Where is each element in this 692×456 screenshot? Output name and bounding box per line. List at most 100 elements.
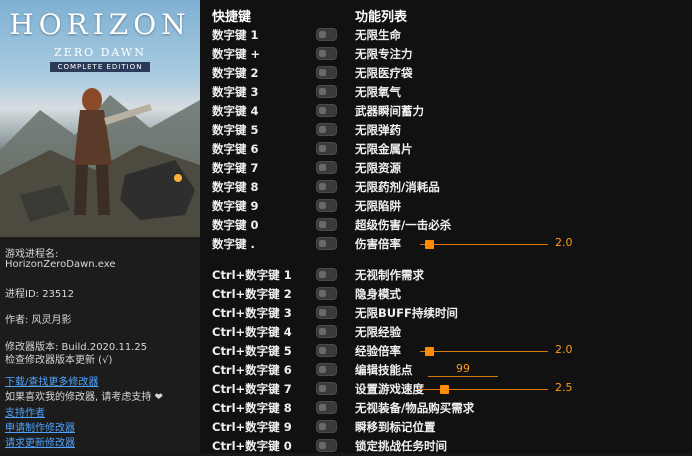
cheat-row: 数字键 3 无限氧气 bbox=[200, 83, 692, 102]
hotkey-label: Ctrl+数字键 5 bbox=[212, 344, 292, 358]
cheat-toggle[interactable] bbox=[316, 218, 337, 231]
cheat-toggle[interactable] bbox=[316, 325, 337, 338]
cheat-toggle[interactable] bbox=[316, 401, 337, 414]
cheat-row: 数字键 4 武器瞬间蓄力 bbox=[200, 102, 692, 121]
info-panel: HORIZON ZERO DAWN COMPLETE EDITION 游戏进程名… bbox=[0, 0, 200, 453]
cheat-toggle[interactable] bbox=[316, 420, 337, 433]
slider-thumb[interactable] bbox=[440, 385, 450, 394]
cheat-name: 无限经验 bbox=[355, 325, 401, 339]
slider-value: 2.0 bbox=[555, 343, 573, 356]
slider-value: 2.0 bbox=[555, 236, 573, 249]
cheat-toggle[interactable] bbox=[316, 382, 337, 395]
cheat-name: 无视装备/物品购买需求 bbox=[355, 401, 475, 415]
process-id: 进程ID: 23512 bbox=[5, 289, 75, 300]
cheat-toggle[interactable] bbox=[316, 268, 337, 281]
cheat-row: Ctrl+数字键 6 编辑技能点 99 bbox=[200, 361, 692, 380]
cheat-row: Ctrl+数字键 4 无限经验 bbox=[200, 323, 692, 342]
cheat-name: 无限弹药 bbox=[355, 123, 401, 137]
cheat-row: 数字键 2 无限医疗袋 bbox=[200, 64, 692, 83]
toggle-knob bbox=[319, 271, 326, 278]
toggle-knob bbox=[319, 183, 326, 190]
cheat-toggle[interactable] bbox=[316, 161, 337, 174]
cheat-toggle[interactable] bbox=[316, 28, 337, 41]
cheat-name: 瞬移到标记位置 bbox=[355, 420, 436, 434]
toggle-knob bbox=[319, 50, 326, 57]
toggle-knob bbox=[319, 31, 326, 38]
cover-subtitle: ZERO DAWN bbox=[54, 46, 146, 59]
toggle-knob bbox=[319, 442, 326, 449]
toggle-knob bbox=[319, 88, 326, 95]
hotkey-label: 数字键 6 bbox=[212, 142, 259, 156]
process-name-label: 游戏进程名: bbox=[5, 249, 59, 260]
cheat-name: 伤害倍率 bbox=[355, 237, 401, 251]
cheat-row: Ctrl+数字键 1 无视制作需求 bbox=[200, 266, 692, 285]
cheat-toggle[interactable] bbox=[316, 306, 337, 319]
request-update-link[interactable]: 请求更新修改器 bbox=[5, 434, 75, 449]
skill-points-value: 99 bbox=[456, 362, 470, 375]
cheat-row: Ctrl+数字键 8 无视装备/物品购买需求 bbox=[200, 399, 692, 418]
cheat-toggle[interactable] bbox=[316, 85, 337, 98]
cheat-name: 武器瞬间蓄力 bbox=[355, 104, 424, 118]
hotkey-label: 数字键 0 bbox=[212, 218, 259, 232]
toggle-knob bbox=[319, 202, 326, 209]
value-slider[interactable] bbox=[420, 347, 548, 356]
download-more-link[interactable]: 下载/查找更多修改器 bbox=[5, 373, 98, 388]
cheat-list-panel: 快捷键 功能列表 数字键 1 无限生命 数字键 + 无限专注力 数字键 2 无限医疗袋 数字… bbox=[200, 0, 692, 453]
value-slider[interactable] bbox=[420, 240, 548, 249]
slider-value: 2.5 bbox=[555, 381, 573, 394]
toggle-knob bbox=[319, 347, 326, 354]
hotkey-label: 数字键 2 bbox=[212, 66, 259, 80]
value-slider[interactable] bbox=[420, 385, 548, 394]
hotkey-label: 数字键 7 bbox=[212, 161, 259, 175]
cheat-row: 数字键 8 无限药剂/消耗品 bbox=[200, 178, 692, 197]
skill-points-input[interactable]: 99 bbox=[428, 361, 498, 377]
toggle-knob bbox=[319, 69, 326, 76]
cheat-row: Ctrl+数字键 7 设置游戏速度 2.5 bbox=[200, 380, 692, 399]
cheat-row: 数字键 0 超级伤害/一击必杀 bbox=[200, 216, 692, 235]
hotkey-label: 数字键 . bbox=[212, 237, 255, 251]
toggle-knob bbox=[319, 385, 326, 392]
cover-edition: COMPLETE EDITION bbox=[50, 62, 150, 72]
cheat-name: 无限生命 bbox=[355, 28, 401, 42]
cheat-name: 无限医疗袋 bbox=[355, 66, 413, 80]
hotkey-label: Ctrl+数字键 7 bbox=[212, 382, 292, 396]
cheat-toggle[interactable] bbox=[316, 199, 337, 212]
cheat-name: 无限氧气 bbox=[355, 85, 401, 99]
cheat-toggle[interactable] bbox=[316, 287, 337, 300]
hotkey-label: 数字键 5 bbox=[212, 123, 259, 137]
cheat-toggle[interactable] bbox=[316, 123, 337, 136]
cheat-toggle[interactable] bbox=[316, 237, 337, 250]
cheat-toggle[interactable] bbox=[316, 142, 337, 155]
cheat-row: Ctrl+数字键 5 经验倍率 2.0 bbox=[200, 342, 692, 361]
cheat-toggle[interactable] bbox=[316, 363, 337, 376]
slider-thumb[interactable] bbox=[424, 347, 434, 356]
game-cover-image: HORIZON ZERO DAWN COMPLETE EDITION bbox=[0, 0, 200, 237]
cheat-toggle[interactable] bbox=[316, 180, 337, 193]
hotkey-label: 数字键 8 bbox=[212, 180, 259, 194]
cheat-toggle[interactable] bbox=[316, 439, 337, 452]
hotkey-label: 数字键 1 bbox=[212, 28, 259, 42]
cheat-name: 经验倍率 bbox=[355, 344, 401, 358]
cheat-toggle[interactable] bbox=[316, 344, 337, 357]
cheat-name: 超级伤害/一击必杀 bbox=[355, 218, 452, 232]
cheat-row: 数字键 + 无限专注力 bbox=[200, 45, 692, 64]
cheat-toggle[interactable] bbox=[316, 66, 337, 79]
check-update-status[interactable]: 检查修改器版本更新 (√) bbox=[5, 351, 112, 366]
cheat-name: 锁定挑战任务时间 bbox=[355, 439, 447, 453]
cheat-toggle[interactable] bbox=[316, 47, 337, 60]
toggle-knob bbox=[319, 404, 326, 411]
apply-trainer-link[interactable]: 申请制作修改器 bbox=[5, 419, 75, 434]
hotkey-label: Ctrl+数字键 6 bbox=[212, 363, 292, 377]
slider-thumb[interactable] bbox=[424, 240, 434, 249]
hotkey-label: Ctrl+数字键 3 bbox=[212, 306, 292, 320]
hotkey-label: 数字键 3 bbox=[212, 85, 259, 99]
cheat-row: Ctrl+数字键 2 隐身模式 bbox=[200, 285, 692, 304]
hotkey-label: Ctrl+数字键 2 bbox=[212, 287, 292, 301]
hotkey-label: Ctrl+数字键 9 bbox=[212, 420, 292, 434]
cheat-name: 设置游戏速度 bbox=[355, 382, 424, 396]
support-author-link[interactable]: 支持作者 bbox=[5, 404, 45, 419]
cheat-row: Ctrl+数字键 0 锁定挑战任务时间 bbox=[200, 437, 692, 456]
cheat-row: 数字键 9 无限陷阱 bbox=[200, 197, 692, 216]
cheat-name: 无限资源 bbox=[355, 161, 401, 175]
cheat-toggle[interactable] bbox=[316, 104, 337, 117]
